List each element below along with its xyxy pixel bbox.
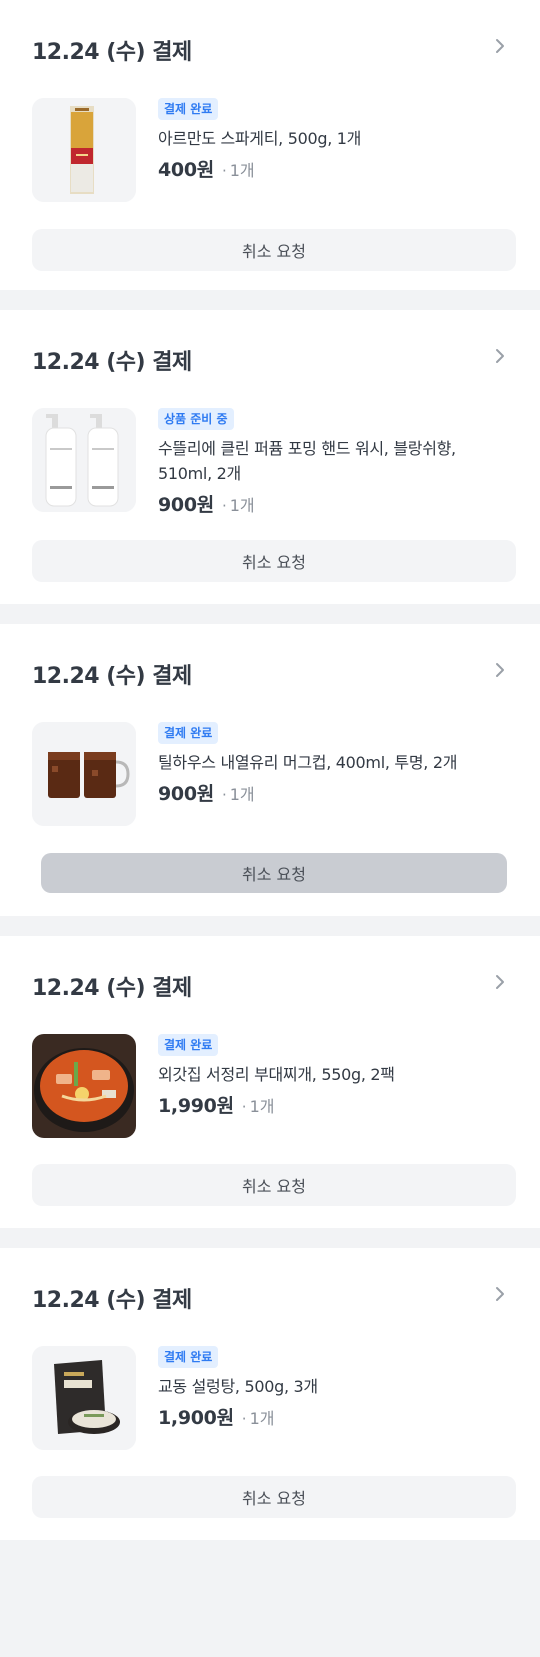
- price-line: 900원 · 1개: [158, 490, 510, 517]
- quantity: 1개: [229, 785, 255, 804]
- price-line: 400원 · 1개: [158, 155, 510, 182]
- cancel-request-button[interactable]: 취소 요청: [41, 853, 507, 893]
- seolleongtang-pouch-image: [32, 1346, 136, 1450]
- cancel-request-button[interactable]: 취소 요청: [32, 229, 516, 271]
- quantity: 1개: [229, 161, 255, 180]
- separator-dot: ·: [221, 162, 227, 180]
- product-thumbnail[interactable]: [32, 98, 136, 202]
- order-info: 상품 준비 중 수뜰리에 클린 퍼퓸 포밍 핸드 워시, 블랑쉬향, 510ml…: [158, 408, 510, 517]
- product-name[interactable]: 틸하우스 내열유리 머그컵, 400ml, 투명, 2개: [158, 750, 510, 775]
- order-list: 12.24 (수) 결제 결제 완료 아르만도 스파게티, 500g, 1개 4…: [0, 0, 540, 1540]
- order-card: 12.24 (수) 결제 결제 완료 외갓집 서정리 부대찌개, 550g, 2…: [0, 936, 540, 1228]
- chevron-right-icon[interactable]: [490, 36, 510, 56]
- product-name[interactable]: 외갓집 서정리 부대찌개, 550g, 2팩: [158, 1062, 510, 1087]
- quantity: 1개: [249, 1097, 275, 1116]
- quantity: 1개: [229, 496, 255, 515]
- spaghetti-package-image: [32, 98, 136, 202]
- order-date: 12.24 (수) 결제: [32, 350, 192, 375]
- order-info: 결제 완료 틸하우스 내열유리 머그컵, 400ml, 투명, 2개 900원 …: [158, 722, 510, 806]
- separator-dot: ·: [241, 1098, 247, 1116]
- order-date: 12.24 (수) 결제: [32, 40, 192, 65]
- status-badge: 상품 준비 중: [158, 408, 234, 430]
- order-info: 결제 완료 아르만도 스파게티, 500g, 1개 400원 · 1개: [158, 98, 510, 182]
- status-badge: 결제 완료: [158, 1034, 219, 1056]
- chevron-right-icon[interactable]: [490, 1284, 510, 1304]
- price-line: 1,900원 · 1개: [158, 1403, 510, 1430]
- product-thumbnail[interactable]: [32, 1346, 136, 1450]
- product-thumbnail[interactable]: [32, 722, 136, 826]
- price-line: 900원 · 1개: [158, 779, 510, 806]
- quantity: 1개: [249, 1409, 275, 1428]
- product-name[interactable]: 교동 설렁탕, 500g, 3개: [158, 1374, 510, 1399]
- product-thumbnail[interactable]: [32, 1034, 136, 1138]
- chevron-right-icon[interactable]: [490, 346, 510, 366]
- hand-wash-bottles-image: [32, 408, 136, 512]
- order-date: 12.24 (수) 결제: [32, 664, 192, 689]
- budae-jjigae-image: [32, 1034, 136, 1138]
- separator-dot: ·: [221, 497, 227, 515]
- status-badge: 결제 완료: [158, 722, 219, 744]
- cancel-request-button[interactable]: 취소 요청: [32, 1476, 516, 1518]
- price: 900원: [158, 783, 214, 805]
- price: 1,990원: [158, 1095, 234, 1117]
- price: 400원: [158, 159, 214, 181]
- separator-dot: ·: [241, 1410, 247, 1428]
- price: 1,900원: [158, 1407, 234, 1429]
- order-info: 결제 완료 교동 설렁탕, 500g, 3개 1,900원 · 1개: [158, 1346, 510, 1430]
- order-card: 12.24 (수) 결제 결제 완료 아르만도 스파게티, 500g, 1개 4…: [0, 0, 540, 290]
- chevron-right-icon[interactable]: [490, 972, 510, 992]
- separator-dot: ·: [221, 786, 227, 804]
- glass-mugs-image: [32, 722, 136, 826]
- chevron-right-icon[interactable]: [490, 660, 510, 680]
- status-badge: 결제 완료: [158, 1346, 219, 1368]
- cancel-request-button[interactable]: 취소 요청: [32, 540, 516, 582]
- order-card: 12.24 (수) 결제 상품 준비 중 수뜰리에 클린 퍼퓸 포밍 핸드 워시…: [0, 310, 540, 604]
- order-date: 12.24 (수) 결제: [32, 976, 192, 1001]
- order-card: 12.24 (수) 결제 결제 완료 틸하우스 내열유리 머그컵, 400ml,…: [0, 624, 540, 916]
- order-card: 12.24 (수) 결제 결제 완료 교동 설렁탕, 500g, 3개 1,90…: [0, 1248, 540, 1540]
- order-info: 결제 완료 외갓집 서정리 부대찌개, 550g, 2팩 1,990원 · 1개: [158, 1034, 510, 1118]
- price: 900원: [158, 494, 214, 516]
- price-line: 1,990원 · 1개: [158, 1091, 510, 1118]
- product-thumbnail[interactable]: [32, 408, 136, 512]
- order-date: 12.24 (수) 결제: [32, 1288, 192, 1313]
- product-name[interactable]: 아르만도 스파게티, 500g, 1개: [158, 126, 510, 151]
- status-badge: 결제 완료: [158, 98, 219, 120]
- product-name[interactable]: 수뜰리에 클린 퍼퓸 포밍 핸드 워시, 블랑쉬향, 510ml, 2개: [158, 436, 510, 486]
- cancel-request-button[interactable]: 취소 요청: [32, 1164, 516, 1206]
